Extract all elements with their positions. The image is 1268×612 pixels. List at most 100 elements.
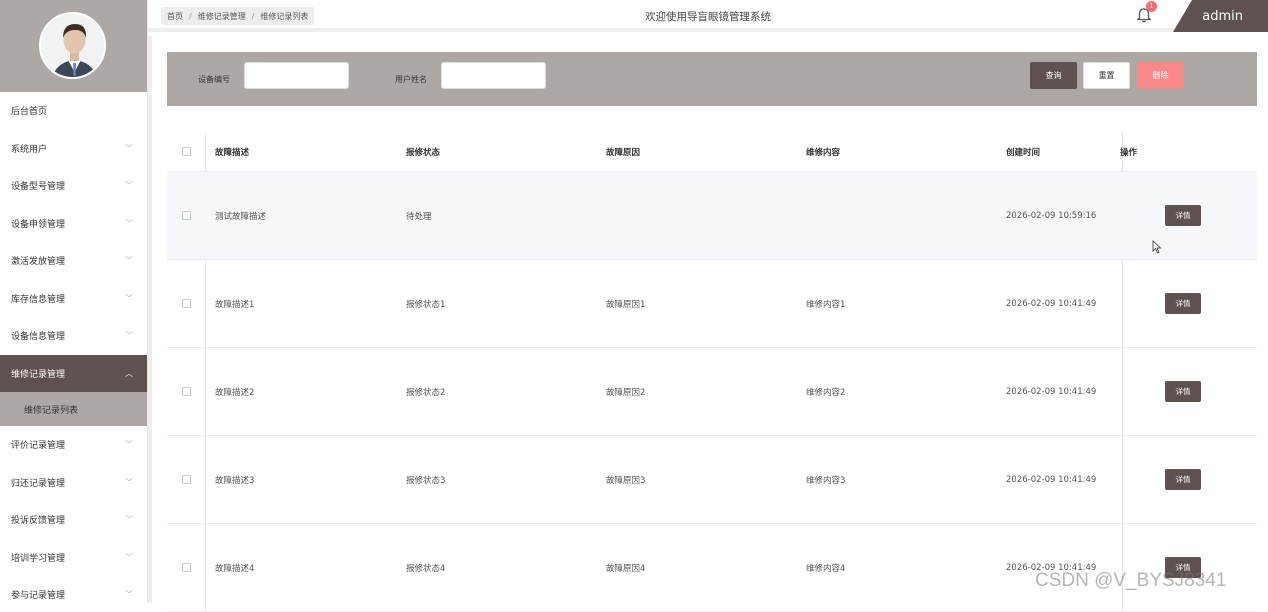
cell-description: 故障描述3 [215,475,255,486]
cell-content: 维修内容1 [806,299,846,310]
sidebar-item-device-info[interactable]: 设备信息管理 ﹀ [0,317,147,355]
device-no-input[interactable] [244,62,349,89]
device-no-label: 设备编号 [198,75,230,84]
cell-created: 2026-02-09 10:59:16 [1006,210,1097,221]
cell-status: 待处理 [406,211,432,222]
breadcrumb-section[interactable]: 维修记录管理 [198,11,246,22]
cell-status: 报修状态1 [406,299,446,310]
detail-button[interactable]: 详情 [1165,381,1201,402]
sidebar-item-home[interactable]: 后台首页 [0,92,147,130]
cell-action: 详情 [1116,469,1256,490]
table-row[interactable]: 故障描述2 报修状态2 故障原因2 维修内容2 2026-02-09 10:41… [167,348,1257,436]
row-checkbox[interactable] [181,211,191,220]
sidebar-item-complaints[interactable]: 投诉反馈管理 ﹀ [0,501,147,539]
breadcrumb-home[interactable]: 首页 [167,11,183,22]
detail-button[interactable]: 详情 [1165,469,1201,490]
sidebar-item-inventory[interactable]: 库存信息管理 ﹀ [0,280,147,318]
row-checkbox-cell [167,387,205,396]
sidebar-item-label: 设备信息管理 [11,332,66,343]
row-checkbox[interactable] [181,299,191,308]
sidebar-subitem-repair-list[interactable]: 维修记录列表 [0,392,147,426]
cell-reason: 故障原因3 [606,475,646,486]
cell-content: 维修内容4 [806,563,846,574]
sidebar-item-participation[interactable]: 参与记录管理 ﹀ [0,576,147,603]
row-checkbox-cell [167,563,205,572]
delete-button[interactable]: 删除 [1137,62,1184,89]
sidebar-item-repair-records[interactable]: 维修记录管理 ︿ [0,354,147,392]
breadcrumb-separator: / [251,11,255,21]
sidebar-item-label: 投诉反馈管理 [11,516,66,527]
sidebar-item-label: 培训学习管理 [11,553,66,564]
chevron-down-icon: ﹀ [125,440,133,450]
avatar[interactable] [39,12,106,79]
sidebar-subitem-label: 维修记录列表 [24,405,79,416]
table-row[interactable]: 故障描述4 报修状态4 故障原因4 维修内容4 2026-02-09 10:41… [167,524,1257,612]
cell-created: 2026-02-09 10:41:49 [1006,562,1097,573]
search-bar: 设备编号 用户姓名 查询 重置 删除 [167,52,1257,106]
main-content: 设备编号 用户姓名 查询 重置 删除 故障描述 报修状态 故障原因 维修内容 创… [148,36,1268,612]
cell-action: 详情 [1116,557,1256,578]
chevron-down-icon: ﹀ [125,256,133,266]
username: admin [1202,8,1243,24]
sidebar-item-reviews[interactable]: 评价记录管理 ﹀ [0,426,147,464]
row-checkbox[interactable] [181,563,191,572]
chevron-down-icon: ﹀ [125,293,133,303]
sidebar-item-training[interactable]: 培训学习管理 ﹀ [0,539,147,577]
sidebar-item-label: 系统用户 [11,144,48,155]
cell-action: 详情 [1116,205,1256,226]
sidebar-item-returns[interactable]: 归还记录管理 ﹀ [0,464,147,502]
table-row[interactable]: 故障描述1 报修状态1 故障原因1 维修内容1 2026-02-09 10:41… [167,260,1257,348]
repair-records-table: 故障描述 报修状态 故障原因 维修内容 创建时间 操作 测试故障描述 待处理 2… [167,132,1257,612]
column-header: 操作 [1120,147,1138,158]
sidebar-item-device-model[interactable]: 设备型号管理 ﹀ [0,167,147,205]
detail-button[interactable]: 详情 [1165,205,1201,226]
row-checkbox-cell [167,211,205,220]
sidebar-item-label: 激活发放管理 [11,257,66,268]
cell-status: 报修状态2 [406,387,446,398]
sidebar-header [0,0,147,92]
cell-created: 2026-02-09 10:41:49 [1006,474,1097,485]
user-menu[interactable]: admin [1173,0,1268,32]
row-checkbox-cell [167,475,205,484]
column-header: 故障原因 [606,147,641,158]
header-checkbox-cell [167,147,205,156]
column-header: 维修内容 [806,147,841,158]
table-header: 故障描述 报修状态 故障原因 维修内容 创建时间 操作 [167,132,1257,172]
cell-reason: 故障原因4 [606,563,646,574]
notification-badge: 1 [1146,1,1157,12]
cell-content: 维修内容3 [806,475,846,486]
row-checkbox[interactable] [181,475,191,484]
cell-description: 故障描述1 [215,299,255,310]
row-checkbox[interactable] [181,387,191,396]
table-row[interactable]: 测试故障描述 待处理 2026-02-09 10:59:16 详情 [167,172,1257,260]
cell-status: 报修状态3 [406,475,446,486]
cell-created: 2026-02-09 10:41:49 [1006,386,1097,397]
select-all-checkbox[interactable] [181,147,191,156]
chevron-down-icon: ﹀ [125,143,133,153]
sidebar-item-label: 设备型号管理 [11,182,66,193]
sidebar-item-system-users[interactable]: 系统用户 ﹀ [0,130,147,168]
cell-reason: 故障原因1 [606,299,646,310]
reset-button[interactable]: 重置 [1083,62,1130,89]
sidebar-item-label: 后台首页 [11,107,48,118]
column-header: 报修状态 [406,147,441,158]
row-checkbox-cell [167,299,205,308]
sidebar-item-device-claim[interactable]: 设备申领管理 ﹀ [0,205,147,243]
sidebar-item-label: 归还记录管理 [11,478,66,489]
cell-action: 详情 [1116,293,1256,314]
chevron-down-icon: ﹀ [125,590,133,600]
cell-action: 详情 [1116,381,1256,402]
sidebar: 后台首页 系统用户 ﹀ 设备型号管理 ﹀ 设备申领管理 ﹀ 激活发放管理 ﹀ 库存信息管… [0,0,148,603]
breadcrumb: 首页 / 维修记录管理 / 维修记录列表 [161,7,315,25]
cell-reason: 故障原因2 [606,387,646,398]
top-header: 首页 / 维修记录管理 / 维修记录列表 欢迎使用导盲眼镜管理系统 1 admi… [148,0,1268,32]
chevron-up-icon: ︿ [125,368,133,378]
sidebar-item-activation[interactable]: 激活发放管理 ﹀ [0,242,147,280]
table-row[interactable]: 故障描述3 报修状态3 故障原因3 维修内容3 2026-02-09 10:41… [167,436,1257,524]
user-name-input[interactable] [441,62,546,89]
detail-button[interactable]: 详情 [1165,293,1201,314]
chevron-down-icon: ﹀ [125,181,133,191]
sidebar-item-label: 参与记录管理 [11,591,66,602]
query-button[interactable]: 查询 [1030,62,1077,89]
detail-button[interactable]: 详情 [1165,557,1201,578]
